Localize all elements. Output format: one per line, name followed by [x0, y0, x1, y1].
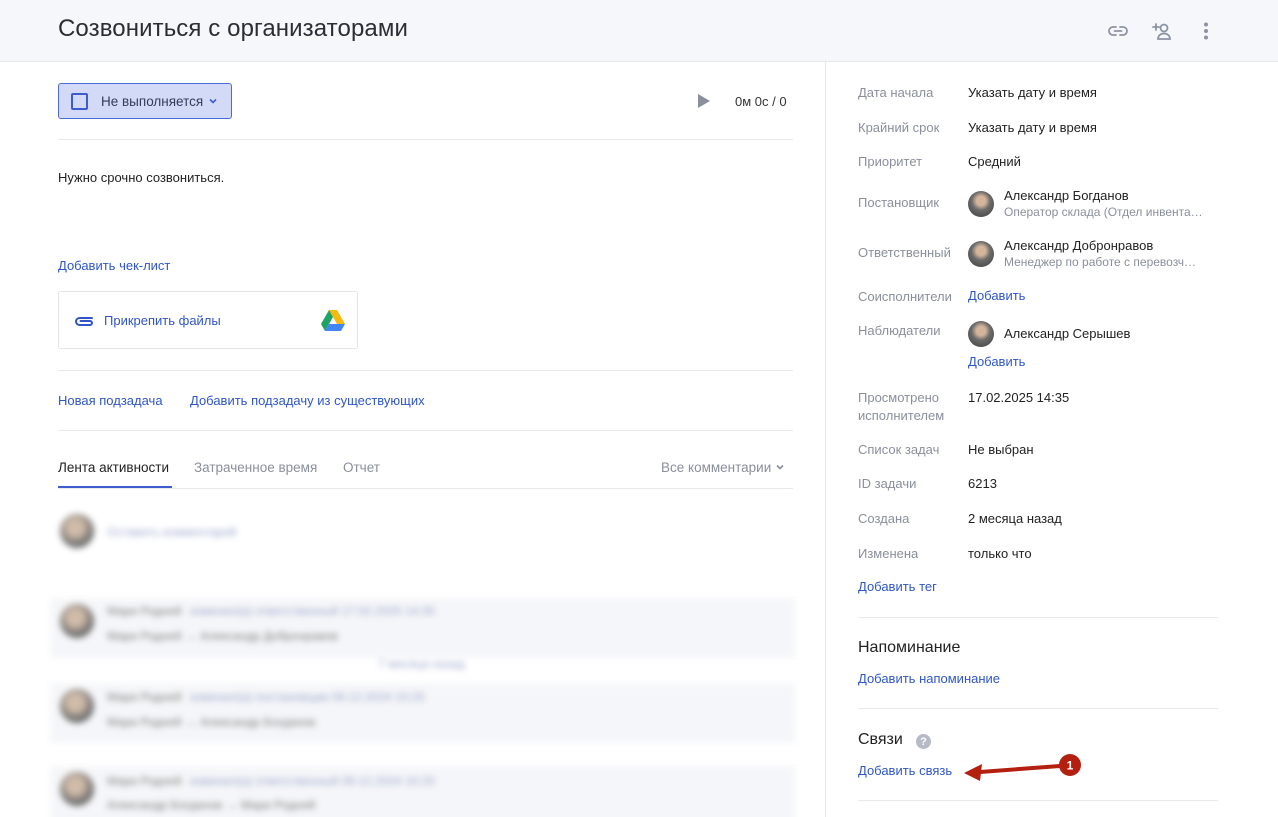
add-tag-link[interactable]: Добавить тег [858, 579, 937, 594]
chevron-down-icon [776, 464, 784, 470]
avatar [60, 689, 94, 723]
viewed-value: 17.02.2025 14:35 [968, 390, 1070, 405]
activity-feed: Оставить комментарий Мари Родней изменил… [40, 500, 810, 817]
avatar [60, 604, 94, 638]
add-coexecutor-link[interactable]: Добавить [968, 288, 1025, 303]
avatar[interactable] [968, 191, 994, 217]
start-date-value[interactable]: Указать дату и время [968, 84, 1097, 102]
comment-input-placeholder[interactable]: Оставить комментарий [107, 525, 237, 539]
assignee-role: Менеджер по работе с перевозч… [1004, 255, 1197, 269]
status-dropdown[interactable]: Не выполняется [58, 83, 232, 119]
feed-item-detail: Мари Родней → Александр Богданов [107, 715, 316, 729]
comments-filter-dropdown[interactable]: Все комментарии [661, 460, 785, 475]
divider [858, 617, 1218, 618]
google-drive-icon[interactable] [321, 310, 345, 331]
divider [58, 370, 793, 371]
timer-value: 0м 0с / 0 [735, 94, 787, 109]
copy-link-button[interactable] [1105, 18, 1131, 44]
annotation-badge: 1 [1067, 759, 1074, 773]
deadline-label: Крайний срок [858, 120, 940, 135]
avatar [60, 514, 94, 548]
add-reminder-link[interactable]: Добавить напоминание [858, 671, 1000, 686]
feed-item-detail: Мари Родней → Александр Добронравов [107, 629, 338, 643]
reminder-title: Напоминание [858, 639, 961, 656]
annotation-arrow: 1 [964, 754, 1081, 781]
add-member-button[interactable] [1149, 18, 1175, 44]
feed-separator: 7 месяца назад [378, 657, 465, 671]
coexecutors-label: Соисполнители [858, 289, 952, 304]
feed-item-action: изменил(а) ответственный 17.02.2025 14:3… [190, 604, 435, 618]
play-timer-icon[interactable] [697, 93, 711, 109]
divider [58, 430, 793, 431]
priority-label: Приоритет [858, 154, 923, 169]
attach-files-label[interactable]: Прикрепить файлы [104, 313, 221, 328]
start-date-label: Дата начала [858, 85, 934, 100]
watchers-label: Наблюдатели [858, 323, 941, 338]
feed-item-detail: Александр Богданов → Мари Родней [107, 798, 316, 812]
add-link-link[interactable]: Добавить связь [858, 763, 952, 778]
created-label: Создана [858, 511, 910, 526]
active-tab-indicator [58, 486, 172, 488]
viewed-label-line1: Просмотрено [858, 390, 940, 405]
feed-item-action: изменил(а) ответственный 09.12.2024 10:2… [190, 774, 435, 788]
tab-activity[interactable]: Лента активности [58, 460, 169, 475]
feed-item-author: Мари Родней [107, 604, 182, 618]
add-user-icon [1152, 23, 1171, 40]
avatar [60, 772, 94, 806]
help-icon[interactable]: ? [916, 734, 931, 749]
task-title: Созвониться с организаторами [58, 15, 408, 42]
comments-filter-label: Все комментарии [661, 460, 772, 475]
divider [58, 139, 793, 140]
status-checkbox[interactable] [71, 92, 88, 110]
priority-value[interactable]: Средний [968, 153, 1021, 171]
more-menu-button[interactable] [1193, 18, 1219, 44]
column-divider [825, 62, 826, 817]
created-value: 2 месяца назад [968, 511, 1062, 526]
tab-report[interactable]: Отчет [343, 460, 380, 475]
modified-label: Изменена [858, 546, 919, 561]
divider [858, 708, 1218, 709]
avatar[interactable] [968, 321, 994, 347]
paperclip-icon [75, 317, 93, 326]
viewed-label: Просмотрено исполнителем [858, 389, 944, 425]
creator-name[interactable]: Александр Богданов [1004, 188, 1129, 203]
task-header: Созвониться с организаторами [0, 0, 1278, 62]
divider [858, 800, 1218, 801]
deadline-value[interactable]: Указать дату и время [968, 119, 1097, 137]
feed-item-action: изменил(а) постановщик 09.12.2024 10:25 [190, 690, 425, 704]
add-checklist-link[interactable]: Добавить чек-лист [58, 258, 170, 273]
tasklist-label: Список задач [858, 442, 940, 457]
avatar[interactable] [968, 241, 994, 267]
new-subtask-link[interactable]: Новая подзадача [58, 393, 163, 408]
creator-label: Постановщик [858, 195, 940, 210]
feed-item-author: Мари Родней [107, 774, 182, 788]
add-watcher-link[interactable]: Добавить [968, 354, 1025, 369]
creator-role: Оператор склада (Отдел инвента… [1004, 205, 1203, 219]
assignee-name[interactable]: Александр Добронравов [1004, 238, 1153, 253]
modified-value: только что [968, 546, 1032, 561]
task-id-label: ID задачи [858, 476, 917, 491]
task-id-value: 6213 [968, 476, 997, 491]
task-description: Нужно срочно созвониться. [58, 170, 225, 185]
chevron-down-icon [209, 98, 217, 104]
feed-item-author: Мари Родней [107, 690, 182, 704]
links-title: Связи [858, 731, 903, 748]
status-label: Не выполняется [101, 93, 204, 109]
link-icon [1108, 26, 1128, 36]
watcher-name[interactable]: Александр Серышев [1004, 326, 1130, 341]
viewed-label-line2: исполнителем [858, 408, 945, 423]
tab-time-spent[interactable]: Затраченное время [194, 460, 317, 475]
add-existing-subtask-link[interactable]: Добавить подзадачу из существующих [190, 393, 425, 408]
assignee-label: Ответственный [858, 245, 951, 260]
attach-files-box[interactable]: Прикрепить файлы [58, 291, 358, 349]
tasklist-value[interactable]: Не выбран [968, 441, 1034, 459]
tabs-baseline [58, 488, 793, 489]
more-vertical-icon [1204, 22, 1208, 40]
